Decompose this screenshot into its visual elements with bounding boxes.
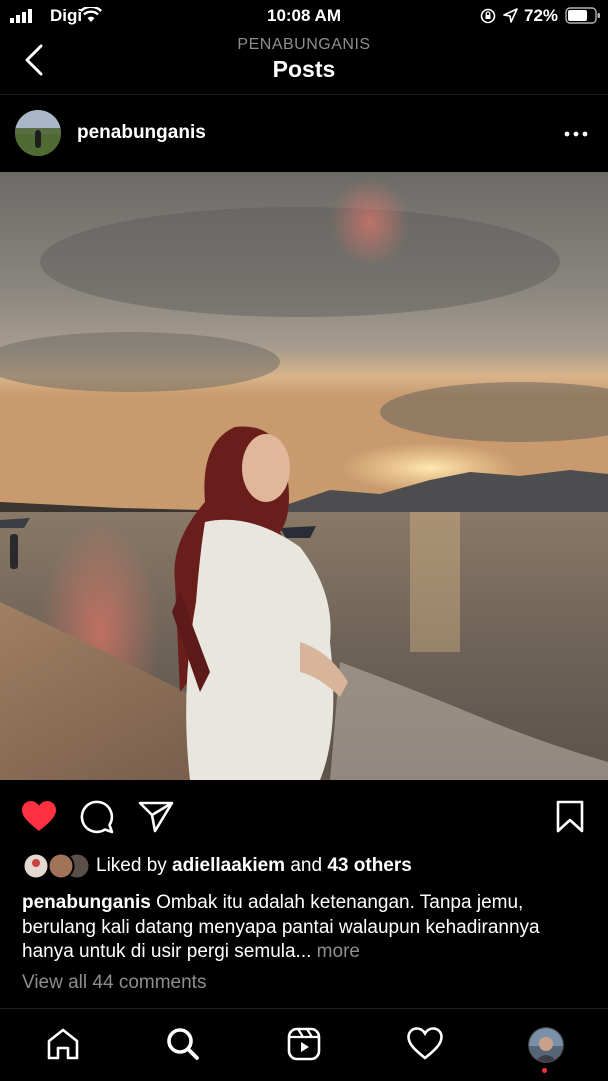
likes-and: and	[285, 855, 328, 876]
reels-icon[interactable]	[287, 1027, 321, 1061]
page-title: Posts	[272, 56, 336, 82]
battery-percentage: 72%	[524, 6, 559, 25]
orientation-lock-icon	[480, 8, 496, 24]
likes-prefix: Liked by	[96, 855, 173, 876]
post-caption: penabunganis Ombak itu adalah ketenangan…	[22, 891, 587, 965]
header-divider	[0, 94, 608, 95]
battery-icon	[565, 7, 600, 24]
liked-by-avatars[interactable]	[22, 852, 90, 880]
share-icon[interactable]	[138, 800, 174, 833]
likes-summary[interactable]: Liked by adiellaakiem and 43 others	[96, 855, 412, 877]
profile-tab-avatar[interactable]	[528, 1027, 564, 1063]
search-icon[interactable]	[166, 1027, 200, 1061]
liked-by-user[interactable]: adiellaakiem	[172, 855, 285, 876]
heart-icon[interactable]	[21, 800, 57, 833]
avatar[interactable]	[15, 110, 61, 156]
activity-icon[interactable]	[407, 1027, 443, 1060]
bookmark-icon[interactable]	[556, 800, 584, 833]
location-icon	[503, 8, 518, 23]
home-icon[interactable]	[46, 1027, 80, 1061]
caption-username[interactable]: penabunganis	[22, 892, 151, 913]
post-photo[interactable]	[0, 172, 608, 780]
status-bar: Digi 10:08 AM 72%	[0, 0, 608, 32]
comment-icon[interactable]	[80, 800, 114, 834]
view-comments-link[interactable]: View all 44 comments	[22, 972, 206, 994]
liked-by-others[interactable]: 43 others	[327, 855, 411, 876]
more-icon[interactable]	[564, 122, 588, 146]
header-account-name: PENABUNGANIS	[237, 36, 371, 53]
caption-more-link[interactable]: more	[317, 941, 360, 962]
notification-dot	[542, 1068, 547, 1073]
post-username[interactable]: penabunganis	[77, 122, 206, 144]
